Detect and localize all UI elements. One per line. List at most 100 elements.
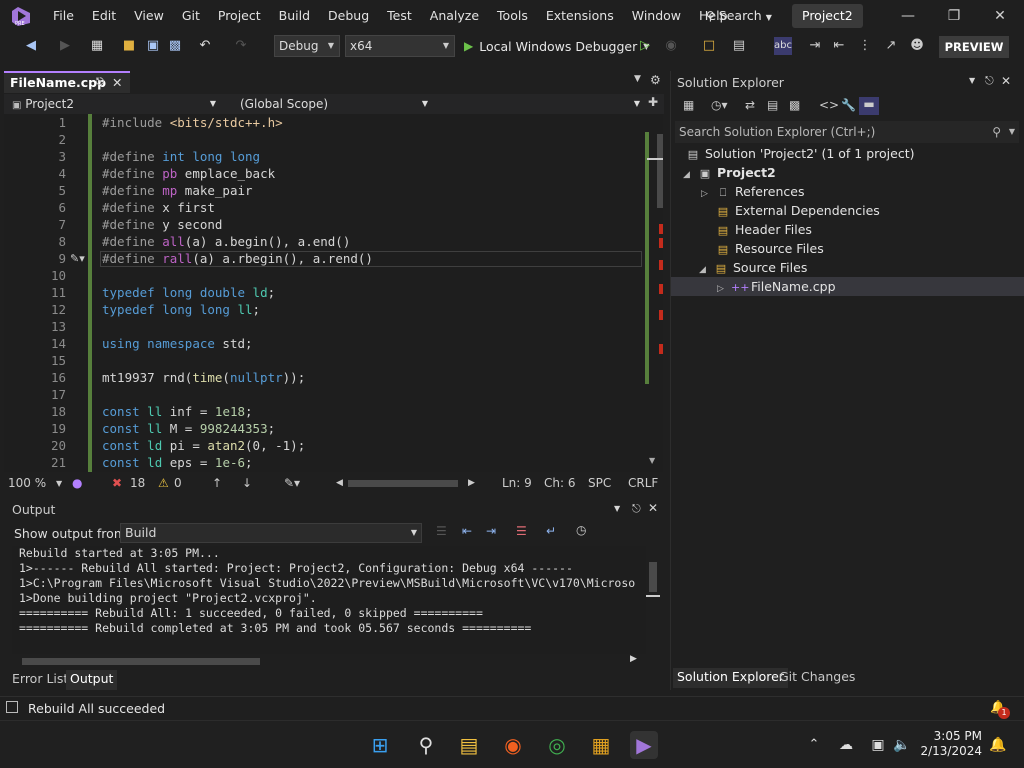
tab-list-icon[interactable]: ▼ [634, 74, 641, 84]
output-source-select[interactable]: Build ▼ [120, 523, 422, 543]
menu-extensions[interactable]: Extensions [537, 8, 623, 23]
close-icon[interactable]: ✕ [1001, 74, 1011, 88]
sync-icon[interactable]: ⇄ [745, 98, 755, 112]
minimize-button[interactable]: — [898, 6, 918, 26]
tree-references[interactable]: ▷ ⎕ References [701, 182, 804, 201]
line-indicator[interactable]: Ln: 9 [502, 476, 532, 490]
show-all-files-icon[interactable]: ▩ [789, 98, 800, 112]
menu-project[interactable]: Project [209, 8, 270, 23]
menu-debug[interactable]: Debug [319, 8, 378, 23]
menu-test[interactable]: Test [378, 8, 421, 23]
menu-window[interactable]: Window [623, 8, 690, 23]
undo-icon[interactable]: ↶ [196, 37, 214, 55]
spell-check-icon[interactable]: abc [774, 37, 792, 55]
preview-button[interactable]: PREVIEW [939, 36, 1009, 58]
save-icon[interactable]: ▣ [144, 37, 162, 55]
warning-icon[interactable]: ⚠ [158, 476, 169, 490]
gear-icon[interactable]: ⚙ [650, 73, 661, 87]
tab-error-list[interactable]: Error List [8, 670, 72, 690]
column-indicator[interactable]: Ch: 6 [544, 476, 575, 490]
scope-combo[interactable]: (Global Scope) ▼ [236, 95, 432, 113]
tab-solution-explorer[interactable]: Solution Explorer [673, 668, 788, 688]
onedrive-icon[interactable]: ☁ [832, 731, 860, 759]
forward-icon[interactable]: ▶ [56, 37, 74, 55]
project-badge[interactable]: Project2 [792, 4, 863, 28]
output-horizontal-scrollbar[interactable]: ▶ [12, 654, 642, 668]
up-arrow-icon[interactable]: ↑ [212, 476, 222, 490]
brush-icon[interactable]: ✎▾ [284, 476, 300, 490]
outdent-icon[interactable]: ⇤ [830, 37, 848, 55]
clear-all-icon[interactable]: ☰ [516, 524, 527, 538]
menu-tools[interactable]: Tools [488, 8, 537, 23]
goto-message-icon[interactable]: ☰ [436, 524, 447, 538]
pin-icon[interactable]: ⎋ [985, 74, 994, 88]
save-all-icon[interactable]: ▩ [166, 37, 184, 55]
close-icon[interactable]: ✕ [648, 501, 658, 515]
search-icon[interactable]: ⚲ [992, 121, 1001, 143]
feedback-icon[interactable]: ☻ [908, 37, 926, 55]
new-project-icon[interactable]: ▦ [88, 37, 106, 55]
back-icon[interactable]: ◀ [22, 37, 40, 55]
tab-filename-cpp[interactable]: FileName.cpp ⎋ ✕ [4, 71, 130, 93]
output-vertical-scrollbar[interactable] [646, 546, 660, 654]
open-folder-icon[interactable]: ■ [120, 37, 138, 55]
search-icon[interactable]: ⚲ [412, 731, 440, 759]
tab-git-changes[interactable]: Git Changes [775, 668, 859, 688]
file-explorer-icon[interactable]: ▤ [455, 731, 483, 759]
chevron-down-icon[interactable]: ▼ [56, 479, 62, 488]
notification-center-icon[interactable]: 🔔 [984, 731, 1012, 759]
word-wrap-icon[interactable]: ↵ [546, 524, 556, 538]
scroll-right-icon[interactable]: ▶ [468, 478, 475, 488]
firefox-icon[interactable]: ◉ [499, 731, 527, 759]
editor-horizontal-scrollbar[interactable] [348, 480, 458, 487]
tree-source-files[interactable]: ◢ ▤ Source Files [699, 258, 807, 277]
whitespace-indicator[interactable]: SPC [588, 476, 611, 490]
restore-button[interactable]: ❐ [944, 6, 964, 26]
configuration-select[interactable]: Debug ▼ [274, 35, 340, 57]
tree-resource-files[interactable]: ▤ Resource Files [715, 239, 824, 258]
redo-icon[interactable]: ↷ [232, 37, 250, 55]
chrome-icon[interactable]: ◎ [543, 731, 571, 759]
start-without-debugging-icon[interactable]: ▷ [636, 37, 654, 55]
copilot-icon[interactable]: ● [72, 476, 82, 490]
next-message-icon[interactable]: ⇥ [486, 524, 496, 538]
solution-search-input[interactable]: Search Solution Explorer (Ctrl+;) ⚲ ▼ [675, 121, 1019, 143]
menu-git[interactable]: Git [173, 8, 209, 23]
clock-icon[interactable]: ◷ [576, 523, 586, 537]
visual-studio-taskbar-icon[interactable]: ▶ [630, 731, 658, 759]
quick-action-icon[interactable]: ✎▾ [70, 252, 85, 265]
chevron-up-icon[interactable]: ⌃ [800, 731, 828, 759]
store-icon[interactable]: ▦ [587, 731, 615, 759]
start-debugging-button[interactable]: ▶ Local Windows Debugger ▼ [464, 37, 649, 55]
hot-reload-icon[interactable]: ◉ [662, 37, 680, 55]
project-combo[interactable]: ▣ Project2 ▼ [8, 95, 220, 113]
output-text[interactable]: Rebuild started at 3:05 PM... 1>------ Re… [12, 546, 646, 654]
history-icon[interactable]: ◷▾ [711, 98, 728, 112]
switch-views-icon[interactable]: ▦ [683, 98, 694, 112]
tree-header-files[interactable]: ▤ Header Files [715, 220, 812, 239]
split-icon[interactable]: ✚ [648, 95, 658, 109]
collapse-all-icon[interactable]: ▤ [767, 98, 778, 112]
layout-icon[interactable]: ▤ [730, 37, 748, 55]
tree-external-dependencies[interactable]: ▤ External Dependencies [715, 201, 880, 220]
solution-folder-icon[interactable]: □ [700, 37, 718, 55]
down-arrow-icon[interactable]: ↓ [242, 476, 252, 490]
tree-solution-root[interactable]: ▤ Solution 'Project2' (1 of 1 project) [685, 144, 915, 163]
platform-select[interactable]: x64 ▼ [345, 35, 455, 57]
menu-analyze[interactable]: Analyze [421, 8, 488, 23]
menu-edit[interactable]: Edit [83, 8, 125, 23]
indent-icon[interactable]: ⇥ [806, 37, 824, 55]
warning-count[interactable]: 0 [174, 476, 182, 490]
clock[interactable]: 3:05 PM 2/13/2024 [918, 729, 982, 759]
chevron-down-icon[interactable]: ▼ [969, 76, 975, 85]
tree-project[interactable]: ◢ ▣ Project2 [683, 163, 776, 182]
code-editor[interactable]: 1 2 3 4 5 6 7 8 9 10 11 12 13 14 15 16 17 18 19 20 21 #inclu… [4, 114, 645, 472]
zoom-level[interactable]: 100 % [8, 476, 46, 490]
start-icon[interactable]: ⊞ [366, 731, 394, 759]
live-share-icon[interactable]: ↗ [882, 37, 900, 55]
view-code-icon[interactable]: <> [819, 98, 839, 112]
properties-icon[interactable]: 🔧 [841, 98, 856, 112]
close-button[interactable]: ✕ [990, 6, 1010, 26]
line-ending-indicator[interactable]: CRLF [628, 476, 658, 490]
overflow-icon[interactable]: ⋮ [856, 37, 874, 55]
